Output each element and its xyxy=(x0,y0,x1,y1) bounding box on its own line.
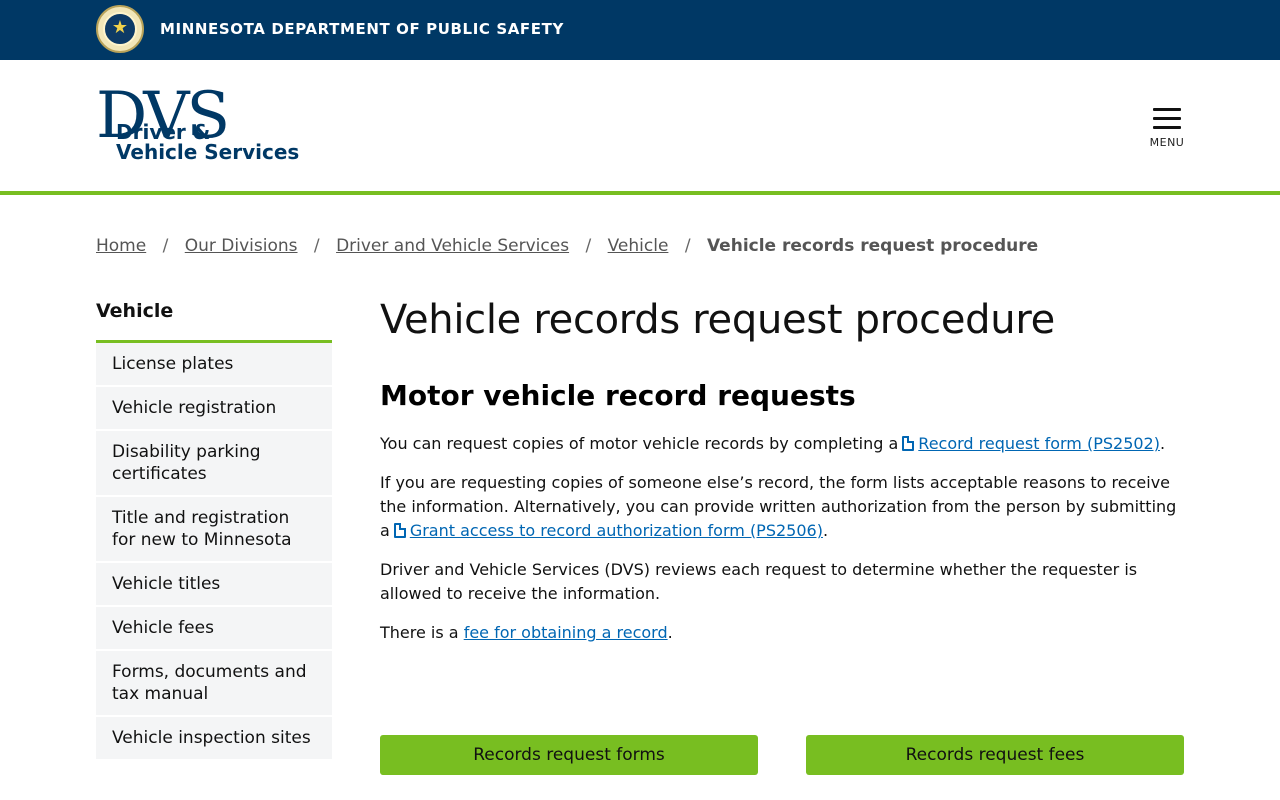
breadcrumb-separator: / xyxy=(684,236,691,256)
grant-access-form-link[interactable]: Grant access to record authorization for… xyxy=(410,521,823,540)
breadcrumb-home[interactable]: Home xyxy=(96,236,146,256)
top-bar: ★ MINNESOTA DEPARTMENT OF PUBLIC SAFETY xyxy=(0,0,1280,60)
paragraph-fee: There is a fee for obtaining a record. xyxy=(380,621,1184,645)
sidebar-item-forms-documents[interactable]: Forms, documents and tax manual xyxy=(96,651,332,717)
action-buttons: Records request forms Records request fe… xyxy=(380,735,1184,775)
paragraph-record-request: You can request copies of motor vehicle … xyxy=(380,432,1184,456)
paragraph-text: You can request copies of motor vehicle … xyxy=(380,434,899,453)
breadcrumb-separator: / xyxy=(585,236,592,256)
paragraph-someone-else: If you are requesting copies of someone … xyxy=(380,471,1184,543)
section-title: Motor vehicle record requests xyxy=(380,379,856,412)
sidebar-heading[interactable]: Vehicle xyxy=(96,298,332,343)
breadcrumb-dvs[interactable]: Driver and Vehicle Services xyxy=(336,236,569,256)
sidebar-item-inspection-sites[interactable]: Vehicle inspection sites xyxy=(96,717,332,761)
menu-label: MENU xyxy=(1149,136,1185,149)
sidebar-item-disability-parking[interactable]: Disability parking certificates xyxy=(96,431,332,497)
paragraph-end: . xyxy=(1159,434,1166,453)
logo-line-2: Vehicle Services xyxy=(116,140,300,164)
breadcrumb-separator: / xyxy=(162,236,169,256)
state-seal-icon[interactable]: ★ xyxy=(96,5,144,53)
document-icon xyxy=(902,436,915,451)
sidebar-item-title-registration-new[interactable]: Title and registration for new to Minnes… xyxy=(96,497,332,563)
fee-for-record-link[interactable]: fee for obtaining a record xyxy=(464,623,668,642)
star-icon: ★ xyxy=(111,17,129,38)
breadcrumb-vehicle[interactable]: Vehicle xyxy=(608,236,669,256)
paragraph-text: There is a xyxy=(380,623,459,642)
breadcrumb: Home / Our Divisions / Driver and Vehicl… xyxy=(96,235,1038,257)
main-content: Vehicle records request procedure Motor … xyxy=(380,292,1184,645)
page-title: Vehicle records request procedure xyxy=(380,297,1055,343)
hamburger-icon xyxy=(1153,108,1181,130)
records-request-fees-button[interactable]: Records request fees xyxy=(806,735,1184,775)
sidebar-nav: Vehicle License plates Vehicle registrat… xyxy=(96,298,332,761)
breadcrumb-separator: / xyxy=(313,236,320,256)
paragraph-dvs-review: Driver and Vehicle Services (DVS) review… xyxy=(380,558,1184,606)
logo-line-1: Driver & xyxy=(116,120,211,144)
paragraph-text: Driver and Vehicle Services (DVS) review… xyxy=(380,560,1138,603)
breadcrumb-current: Vehicle records request procedure xyxy=(706,236,1039,256)
seal-emblem: ★ xyxy=(103,12,137,46)
department-title[interactable]: MINNESOTA DEPARTMENT OF PUBLIC SAFETY xyxy=(160,19,564,39)
sidebar-item-vehicle-registration[interactable]: Vehicle registration xyxy=(96,387,332,431)
site-header: DVS Driver & Vehicle Services xyxy=(0,60,1280,195)
breadcrumb-our-divisions[interactable]: Our Divisions xyxy=(185,236,298,256)
sidebar-item-license-plates[interactable]: License plates xyxy=(96,343,332,387)
records-request-forms-button[interactable]: Records request forms xyxy=(380,735,758,775)
paragraph-end: . xyxy=(667,623,673,642)
sidebar-item-vehicle-titles[interactable]: Vehicle titles xyxy=(96,563,332,607)
record-request-form-link[interactable]: Record request form (PS2502) xyxy=(918,434,1160,453)
dvs-logo[interactable]: DVS Driver & Vehicle Services xyxy=(96,84,346,166)
menu-button[interactable]: MENU xyxy=(1144,105,1190,153)
document-icon xyxy=(393,523,406,538)
sidebar-item-vehicle-fees[interactable]: Vehicle fees xyxy=(96,607,332,651)
paragraph-end: . xyxy=(822,521,829,540)
